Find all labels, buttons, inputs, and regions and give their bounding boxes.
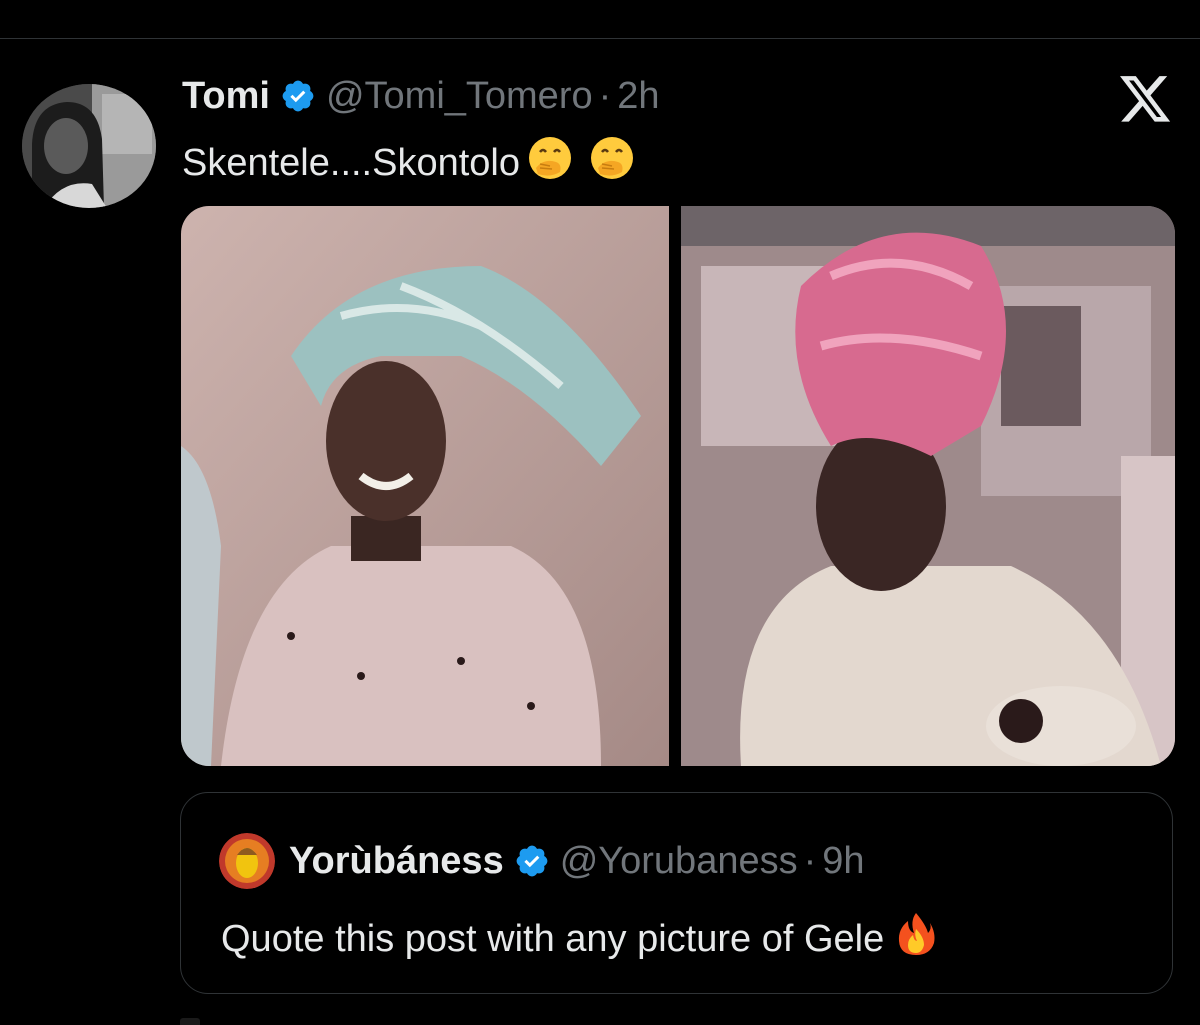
tweet-media bbox=[181, 206, 1175, 766]
tweet-text-content: Skentele....Skontolo bbox=[182, 141, 520, 184]
verified-badge-icon bbox=[514, 843, 550, 879]
timestamp[interactable]: 2h bbox=[617, 75, 659, 118]
hand-over-mouth-emoji bbox=[526, 134, 574, 192]
separator-dot: · bbox=[803, 839, 817, 882]
separator-dot: · bbox=[598, 74, 612, 117]
quoted-tweet-text-content: Quote this post with any picture of Gele bbox=[221, 917, 885, 960]
author-name[interactable]: Tomi bbox=[182, 75, 270, 118]
x-logo-icon[interactable] bbox=[1120, 76, 1172, 124]
photo-woman-with-pink-gele[interactable] bbox=[681, 206, 1175, 766]
photo-girl-with-blue-gele[interactable] bbox=[181, 206, 669, 766]
fire-emoji bbox=[896, 911, 936, 967]
quoted-tweet-text: Quote this post with any picture of Gele bbox=[221, 911, 936, 967]
quoted-author-avatar[interactable] bbox=[219, 833, 275, 889]
hand-over-mouth-emoji bbox=[588, 134, 636, 192]
author-avatar[interactable] bbox=[22, 84, 156, 208]
verified-badge-icon bbox=[280, 78, 316, 114]
author-handle[interactable]: @Tomi_Tomero bbox=[326, 75, 593, 118]
quoted-tweet[interactable]: Yorùbáness @Yorubaness · 9h Quote this p… bbox=[180, 792, 1173, 994]
tweet-text: Skentele....Skontolo bbox=[182, 134, 636, 192]
quoted-timestamp[interactable]: 9h bbox=[822, 840, 864, 883]
quoted-tweet-header: Yorùbáness @Yorubaness · 9h bbox=[219, 833, 865, 889]
top-divider bbox=[0, 38, 1200, 39]
quoted-author-name[interactable]: Yorùbáness bbox=[289, 840, 504, 883]
quoted-author-handle[interactable]: @Yorubaness bbox=[560, 840, 798, 883]
tweet-header: Tomi @Tomi_Tomero · 2h bbox=[182, 74, 660, 118]
next-tweet-edge bbox=[180, 1018, 200, 1025]
